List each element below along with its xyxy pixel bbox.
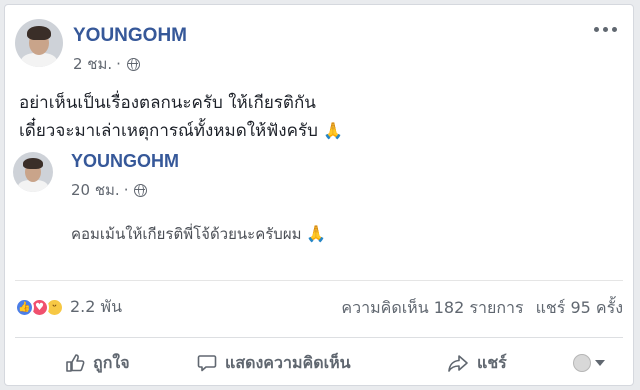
comment-text: คอมเม้นให้เกียรติพี่โจ้ด้วยนะครับผม 🙏 bbox=[71, 222, 326, 246]
post-meta: 2 ชม. · bbox=[73, 52, 140, 76]
action-bar: ถูกใจ แสดงความคิดเห็น แชร์ bbox=[15, 345, 623, 381]
separator-dot: · bbox=[116, 55, 121, 73]
comment-button[interactable]: แสดงความคิดเห็น bbox=[191, 347, 357, 380]
audience-selector[interactable] bbox=[567, 350, 611, 376]
comment-timestamp[interactable]: 20 ชม. bbox=[71, 178, 120, 202]
comment-label: แสดงความคิดเห็น bbox=[225, 352, 351, 372]
comment-author-avatar[interactable] bbox=[13, 152, 53, 192]
comment-meta: 20 ชม. · bbox=[71, 178, 148, 202]
avatar-hair bbox=[23, 158, 43, 169]
globe-icon[interactable] bbox=[126, 57, 140, 71]
engagement-stats: ความคิดเห็น 182 รายการ แชร์ 95 ครั้ง bbox=[341, 296, 623, 321]
pray-icon: 🙏 bbox=[323, 121, 344, 140]
reactions-summary[interactable]: 👍 ♥ ᵕ 2.2 พัน bbox=[15, 295, 122, 320]
author-name[interactable]: YOUNGOHM bbox=[73, 25, 187, 47]
post-text: อย่าเห็นเป็นเรื่องตลกนะครับ ให้เกียรติกั… bbox=[19, 89, 619, 145]
thumbs-up-icon: 👍 bbox=[15, 298, 34, 317]
reaction-count[interactable]: 2.2 พัน bbox=[70, 295, 122, 320]
comment-body: คอมเม้นให้เกียรติพี่โจ้ด้วยนะครับผม bbox=[71, 225, 302, 243]
dot-icon bbox=[612, 27, 617, 32]
post-timestamp[interactable]: 2 ชม. bbox=[73, 52, 112, 76]
globe-icon[interactable] bbox=[134, 183, 148, 197]
share-arrow-icon bbox=[448, 355, 468, 372]
speech-bubble-icon bbox=[197, 355, 217, 372]
divider bbox=[15, 280, 623, 281]
comment-author-name[interactable]: YOUNGOHM bbox=[71, 151, 179, 172]
user-avatar-icon bbox=[573, 354, 591, 372]
share-button[interactable]: แชร์ bbox=[441, 347, 513, 380]
post-text-line-2: เดี๋ยวจะมาเล่าเหตุการณ์ทั้งหมดให้ฟังครับ… bbox=[19, 117, 619, 145]
avatar-shirt bbox=[21, 53, 57, 67]
share-count[interactable]: แชร์ 95 ครั้ง bbox=[536, 296, 623, 321]
divider bbox=[15, 337, 623, 338]
more-options-button[interactable] bbox=[590, 23, 621, 36]
pray-icon: 🙏 bbox=[306, 224, 327, 243]
like-label: ถูกใจ bbox=[93, 352, 130, 372]
post-text-line: อย่าเห็นเป็นเรื่องตลกนะครับ ให้เกียรติกั… bbox=[19, 93, 316, 113]
share-label: แชร์ bbox=[477, 352, 507, 372]
dot-icon bbox=[603, 27, 608, 32]
post-text-line: เดี๋ยวจะมาเล่าเหตุการณ์ทั้งหมดให้ฟังครับ bbox=[19, 121, 318, 141]
avatar-hair bbox=[27, 26, 51, 40]
post-card: YOUNGOHM 2 ชม. · อย่าเห็นเป็นเรื่องตลกนะ… bbox=[4, 4, 634, 386]
comment-count[interactable]: ความคิดเห็น 182 รายการ bbox=[341, 296, 523, 321]
author-avatar[interactable] bbox=[15, 19, 63, 67]
separator-dot: · bbox=[123, 181, 129, 199]
thumbs-up-icon bbox=[66, 354, 85, 372]
like-button[interactable]: ถูกใจ bbox=[59, 347, 136, 380]
caret-down-icon bbox=[595, 360, 605, 366]
dot-icon bbox=[594, 27, 599, 32]
